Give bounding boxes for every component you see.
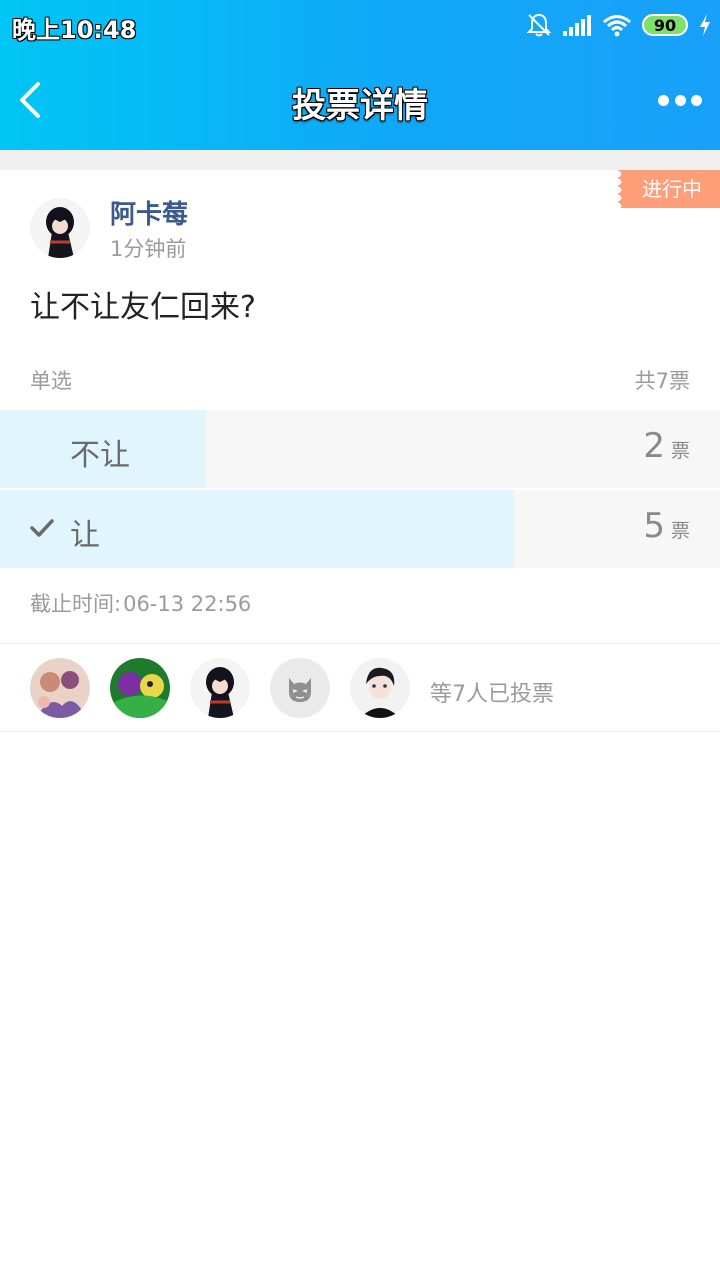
poll-question: 让不让友仁回来?: [30, 290, 256, 325]
voter-avatar[interactable]: [30, 658, 90, 718]
option-count-unit: 票: [670, 440, 690, 462]
wifi-icon: [603, 15, 631, 37]
author-name[interactable]: 阿卡莓: [110, 194, 188, 231]
deadline: 截止时间:06-13 22:56: [30, 588, 251, 618]
nav-bar: 投票详情: [0, 52, 720, 150]
deadline-label: 截止时间:: [30, 592, 122, 616]
divider: [0, 731, 720, 732]
voters-summary[interactable]: 等7人已投票: [430, 676, 554, 708]
voters-row[interactable]: 等7人已投票: [0, 644, 720, 732]
section-divider: [0, 150, 720, 170]
poll-option-rang[interactable]: 让 5 票: [0, 490, 720, 568]
battery-level: 90: [653, 15, 677, 35]
status-bar: 晚上10:48 90: [0, 0, 720, 52]
battery-icon: 90: [642, 14, 688, 36]
mute-bell-icon: [526, 13, 552, 37]
header: 晚上10:48 90 投票详情: [0, 0, 720, 150]
deadline-value: 06-13 22:56: [123, 592, 252, 616]
status-icons: 90: [526, 10, 712, 40]
voter-avatar[interactable]: [350, 658, 410, 718]
charging-icon: [700, 14, 710, 36]
poll-option-bu-rang[interactable]: 不让 2 票: [0, 410, 720, 488]
avatar[interactable]: [30, 198, 90, 258]
status-time: 晚上10:48: [12, 16, 137, 44]
page-title: 投票详情: [292, 86, 428, 126]
vote-type: 单选: [30, 369, 72, 393]
post-time: 1分钟前: [110, 237, 187, 261]
signal-icon: [563, 15, 591, 36]
check-icon: [30, 519, 54, 537]
vote-total: 共7票: [634, 369, 690, 393]
voter-avatar-default[interactable]: [270, 658, 330, 718]
status-badge: 进行中: [618, 170, 720, 208]
option-count: 5 票: [643, 506, 690, 546]
voter-avatar[interactable]: [110, 658, 170, 718]
option-count: 2 票: [643, 426, 690, 466]
option-count-unit: 票: [670, 520, 690, 542]
option-count-number: 2: [643, 426, 665, 466]
option-label: 让: [70, 518, 100, 553]
voter-avatar[interactable]: [190, 658, 250, 718]
option-count-number: 5: [643, 506, 665, 546]
more-dots-icon[interactable]: [658, 92, 702, 108]
option-label: 不让: [70, 438, 130, 473]
